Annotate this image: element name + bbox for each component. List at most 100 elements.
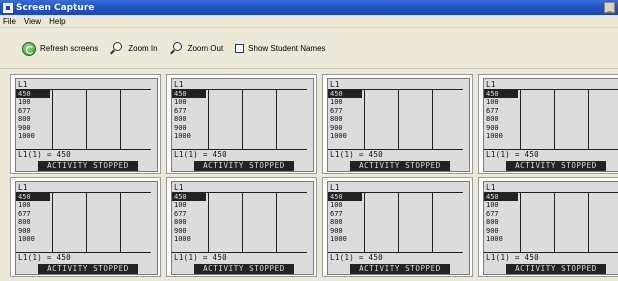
list-value: 800 [174,218,187,227]
show-student-names-toggle[interactable]: Show Student Names [235,44,326,53]
student-screen[interactable]: L1 450 100 677 800 900 1000 L1(1) = 450 ACTIVITY… [322,177,473,277]
list-value: 900 [330,226,343,235]
list-value: 1000 [486,234,503,243]
show-student-names-checkbox[interactable] [235,44,245,53]
app-icon [3,2,13,13]
menu-file[interactable]: File [3,17,16,26]
student-screen[interactable]: L1 450 100 677 800 900 1000 L1(1) = 450 ACTIVITY… [166,177,317,277]
menu-help[interactable]: Help [49,17,65,26]
cell-readout: L1(1) = 450 [174,150,227,159]
activity-status: ACTIVITY STOPPED [194,264,294,274]
list-value: 677 [174,106,187,115]
refresh-screens-label: Refresh screens [40,44,99,53]
list-value: 900 [174,226,187,235]
menu-bar: File View Help [0,15,618,28]
list-value: 900 [330,123,343,132]
zoom-out-button[interactable]: Zoom Out [169,41,224,56]
calculator-display: L1 450 100 677 800 900 1000 L1(1) = 450 ACTIVITY… [15,78,158,172]
calculator-display: L1 450 100 677 800 900 1000 L1(1) = 450 ACTIVITY… [327,78,470,172]
list-value: 1000 [330,131,347,140]
student-screen[interactable]: L1 450 100 677 800 900 1000 L1(1) = 450 ACTIVITY… [10,74,161,174]
list-header: L1 [330,80,340,89]
list-value: 677 [486,106,499,115]
list-value: 1000 [18,131,35,140]
list-value: 677 [486,209,499,218]
list-value: 1000 [18,234,35,243]
list-value: 677 [330,209,343,218]
list-value: 900 [174,123,187,132]
list-value: 900 [18,123,31,132]
list-values: 450 100 677 800 900 1000 [328,90,364,140]
list-values: 450 100 677 800 900 1000 [172,90,208,140]
student-screen[interactable]: L1 450 100 677 800 900 1000 L1(1) = 450 ACTIVITY… [322,74,473,174]
list-value: 800 [18,115,31,124]
list-value: 677 [330,106,343,115]
list-value: 100 [486,98,499,107]
cell-readout: L1(1) = 450 [18,253,71,262]
list-value: 800 [174,115,187,124]
list-value: 450 [328,193,362,202]
list-header: L1 [330,183,340,192]
student-screen[interactable]: L1 450 100 677 800 900 1000 L1(1) = 450 ACTIVITY… [478,177,618,277]
calculator-display: L1 450 100 677 800 900 1000 L1(1) = 450 ACTIVITY… [483,78,618,172]
list-header: L1 [486,183,496,192]
list-values: 450 100 677 800 900 1000 [16,90,52,140]
list-value: 100 [174,98,187,107]
list-values: 450 100 677 800 900 1000 [16,193,52,243]
student-screen[interactable]: L1 450 100 677 800 900 1000 L1(1) = 450 ACTIVITY… [166,74,317,174]
student-screen[interactable]: L1 450 100 677 800 900 1000 L1(1) = 450 ACTIVITY… [10,177,161,277]
list-value: 450 [172,193,206,202]
list-value: 450 [484,193,518,202]
activity-status: ACTIVITY STOPPED [194,161,294,171]
calculator-display: L1 450 100 677 800 900 1000 L1(1) = 450 ACTIVITY… [171,78,314,172]
show-student-names-label: Show Student Names [248,44,326,53]
cell-readout: L1(1) = 450 [486,253,539,262]
activity-status: ACTIVITY STOPPED [350,161,450,171]
menu-view[interactable]: View [24,17,41,26]
list-value: 800 [486,115,499,124]
cell-readout: L1(1) = 450 [486,150,539,159]
list-value: 1000 [174,234,191,243]
list-value: 100 [18,201,31,210]
list-value: 677 [174,209,187,218]
activity-status: ACTIVITY STOPPED [506,161,606,171]
list-header: L1 [18,183,28,192]
cell-readout: L1(1) = 450 [18,150,71,159]
list-value: 800 [330,218,343,227]
toolbar: Refresh screens Zoom In Zoom Out Show St… [0,29,618,69]
zoom-out-label: Zoom Out [187,44,224,53]
list-value: 100 [174,201,187,210]
list-value: 1000 [174,131,191,140]
zoom-in-button[interactable]: Zoom In [110,41,158,56]
calculator-display: L1 450 100 677 800 900 1000 L1(1) = 450 ACTIVITY… [171,181,314,275]
list-value: 100 [486,201,499,210]
activity-status: ACTIVITY STOPPED [38,161,138,171]
list-values: 450 100 677 800 900 1000 [484,193,520,243]
list-value: 100 [18,98,31,107]
screens-grid: L1 450 100 677 800 900 1000 L1(1) = 450 ACTIVITY… [0,70,618,281]
list-values: 450 100 677 800 900 1000 [172,193,208,243]
list-value: 900 [18,226,31,235]
zoom-in-label: Zoom In [128,44,158,53]
cell-readout: L1(1) = 450 [330,150,383,159]
list-value: 450 [16,90,50,99]
list-header: L1 [486,80,496,89]
list-value: 677 [18,209,31,218]
list-value: 450 [172,90,206,99]
title-bar: Screen Capture _ [0,0,618,15]
list-header: L1 [174,183,184,192]
list-value: 900 [486,123,499,132]
list-value: 1000 [486,131,503,140]
list-value: 100 [330,201,343,210]
magnifier-icon [110,41,124,56]
refresh-screens-button[interactable]: Refresh screens [22,41,99,56]
student-screen[interactable]: L1 450 100 677 800 900 1000 L1(1) = 450 ACTIVITY… [478,74,618,174]
calculator-display: L1 450 100 677 800 900 1000 L1(1) = 450 ACTIVITY… [327,181,470,275]
minimize-button[interactable]: _ [604,2,615,13]
magnifier-icon [169,41,184,56]
activity-status: ACTIVITY STOPPED [350,264,450,274]
list-values: 450 100 677 800 900 1000 [328,193,364,243]
list-value: 900 [486,226,499,235]
calculator-display: L1 450 100 677 800 900 1000 L1(1) = 450 ACTIVITY… [15,181,158,275]
list-header: L1 [18,80,28,89]
